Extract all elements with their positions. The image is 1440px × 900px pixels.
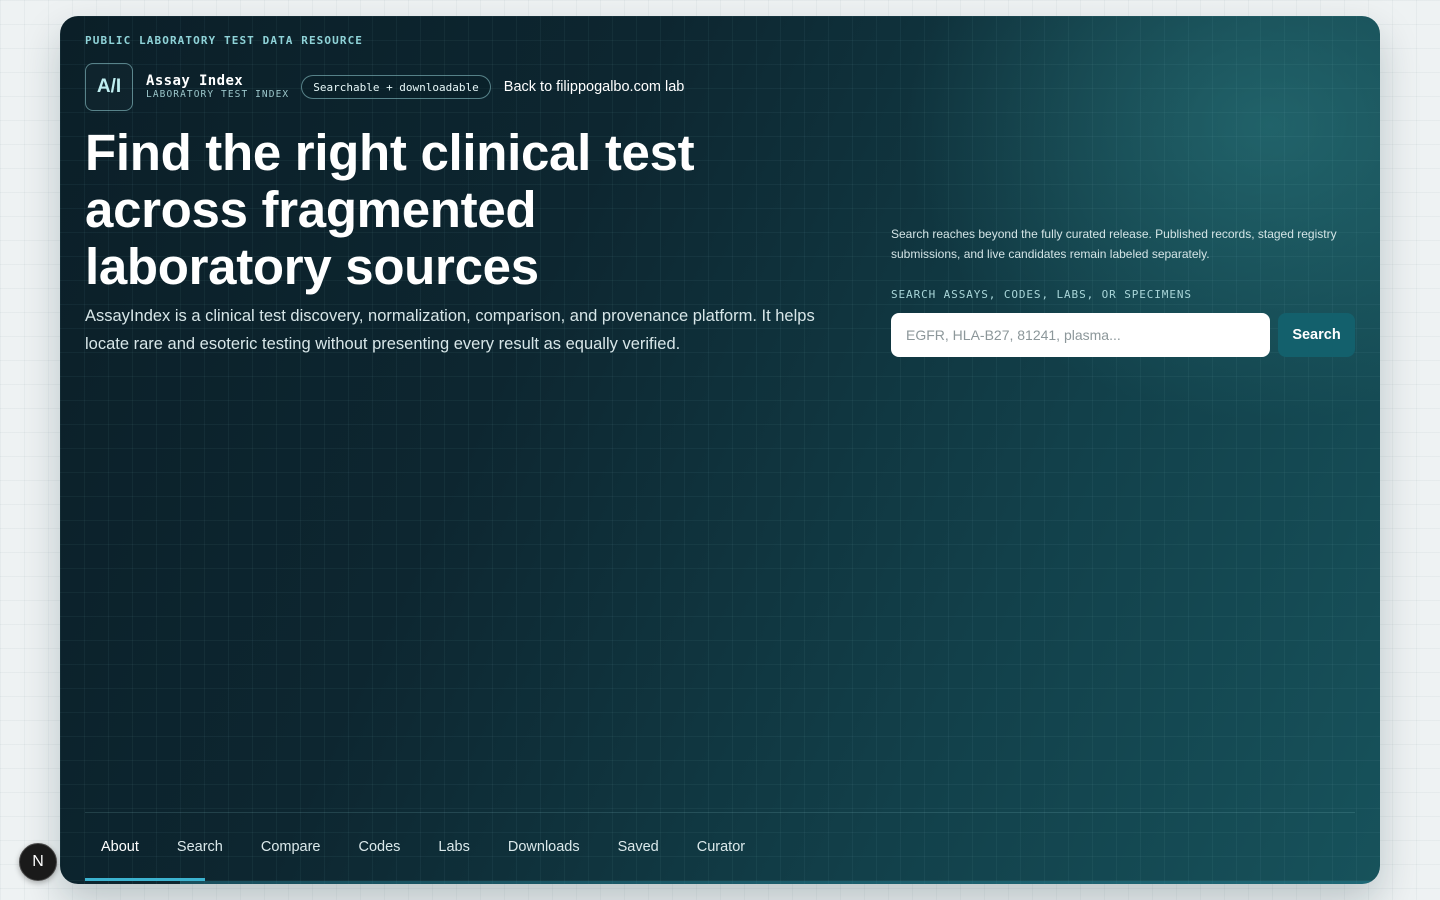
eyebrow-label: PUBLIC LABORATORY TEST DATA RESOURCE bbox=[85, 34, 364, 47]
page-title: Find the right clinical test across frag… bbox=[85, 124, 695, 295]
tab-search[interactable]: Search bbox=[158, 813, 242, 881]
tab-codes[interactable]: Codes bbox=[340, 813, 420, 881]
search-button[interactable]: Search bbox=[1278, 313, 1355, 357]
back-link[interactable]: Back to filippogalbo.com lab bbox=[504, 79, 685, 95]
tab-label: Downloads bbox=[507, 839, 580, 855]
search-input[interactable] bbox=[891, 313, 1270, 357]
intro-text: AssayIndex is a clinical test discovery,… bbox=[85, 307, 815, 353]
tab-label: Curator bbox=[696, 839, 746, 855]
tab-label: Saved bbox=[617, 839, 659, 855]
tab-label: Compare bbox=[260, 839, 321, 855]
brand-text: Assay Index LABORATORY TEST INDEX bbox=[146, 73, 289, 101]
search-label: SEARCH ASSAYS, CODES, LABS, OR SPECIMENS bbox=[891, 288, 1192, 301]
hero-panel: PUBLIC LABORATORY TEST DATA RESOURCE A/I… bbox=[60, 16, 1380, 884]
search-note: Search reaches beyond the fully curated … bbox=[891, 227, 1337, 261]
brand-row: A/I Assay Index LABORATORY TEST INDEX Se… bbox=[85, 62, 684, 112]
tab-curator[interactable]: Curator bbox=[678, 813, 764, 881]
brand-name: Assay Index bbox=[146, 73, 244, 89]
tab-labs[interactable]: Labs bbox=[419, 813, 488, 881]
feature-badge: Searchable + downloadable bbox=[301, 75, 491, 99]
tab-label: Labs bbox=[438, 839, 470, 855]
main-nav: About Search Compare Codes Labs Download… bbox=[85, 813, 764, 884]
tab-label: About bbox=[101, 839, 139, 855]
tab-downloads[interactable]: Downloads bbox=[489, 813, 599, 881]
nextjs-icon[interactable]: N bbox=[19, 843, 57, 881]
logo-icon[interactable]: A/I bbox=[85, 63, 133, 111]
nav-bottom-strip bbox=[180, 881, 1380, 884]
tab-label: Search bbox=[176, 839, 223, 855]
tab-compare[interactable]: Compare bbox=[242, 813, 340, 881]
tab-saved[interactable]: Saved bbox=[599, 813, 678, 881]
brand-subtitle: LABORATORY TEST INDEX bbox=[146, 89, 290, 100]
tab-label: Codes bbox=[358, 839, 401, 855]
tab-about[interactable]: About bbox=[85, 813, 205, 881]
